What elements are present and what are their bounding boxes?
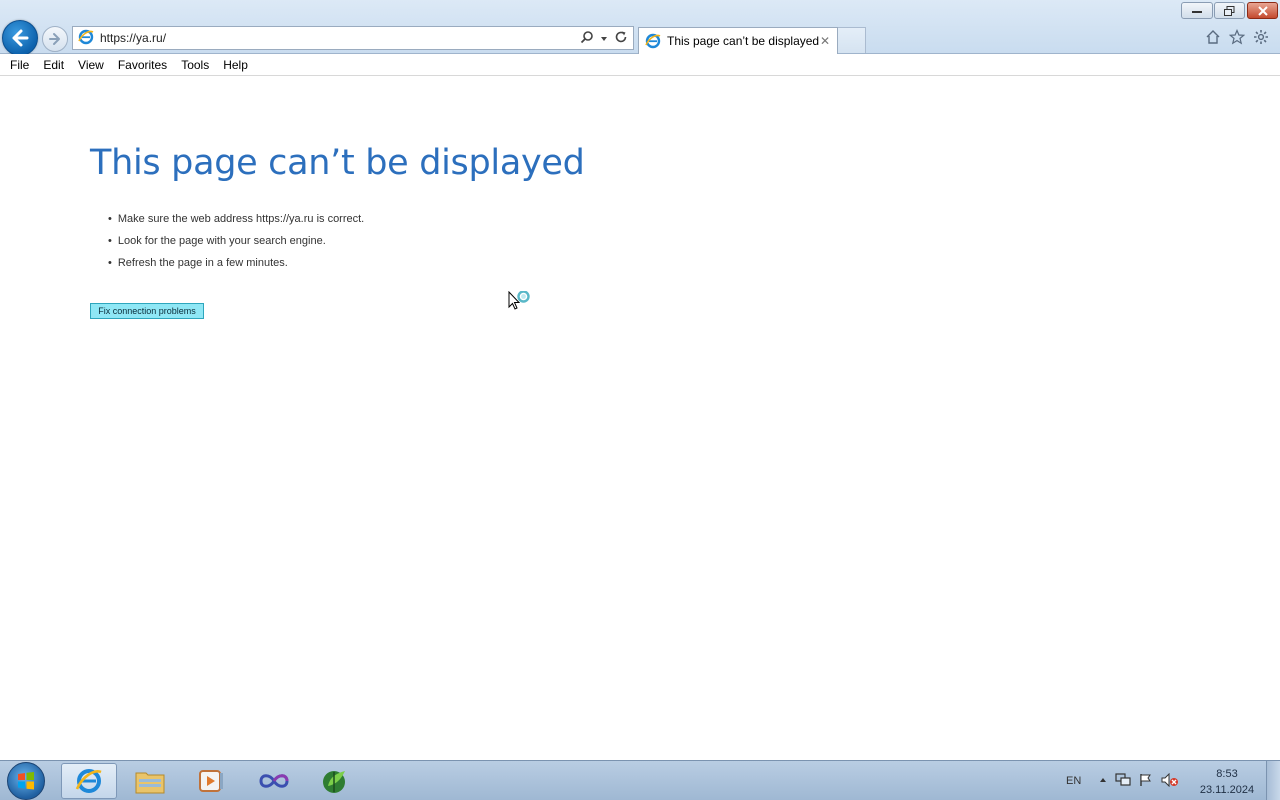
media-player-icon	[199, 770, 223, 792]
ie-logo-icon	[78, 29, 94, 48]
close-window-button[interactable]	[1247, 2, 1278, 19]
taskbar-green-app[interactable]	[307, 763, 363, 799]
tip-item: Make sure the web address https://ya.ru …	[108, 212, 364, 234]
clock-date: 23.11.2024	[1199, 784, 1255, 796]
show-desktop-button[interactable]	[1266, 761, 1280, 800]
page-content: This page can’t be displayed Make sure t…	[0, 77, 1280, 760]
taskbar: EN 8:53 23.11.2024	[0, 760, 1280, 800]
show-hidden-icons-icon[interactable]	[1099, 775, 1107, 787]
back-button[interactable]	[2, 20, 38, 56]
close-icon	[1257, 5, 1268, 16]
windows-logo-icon	[18, 772, 34, 790]
folder-icon	[135, 772, 165, 794]
new-tab-button[interactable]	[838, 27, 866, 53]
address-bar[interactable]: https://ya.ru/	[72, 26, 634, 50]
menu-edit[interactable]: Edit	[36, 58, 71, 72]
search-dropdown-icon[interactable]	[600, 31, 608, 46]
tab-close-icon[interactable]: ✕	[819, 34, 831, 48]
volume-muted-icon[interactable]	[1161, 772, 1179, 790]
restore-icon	[1224, 5, 1235, 16]
fix-connection-button[interactable]: Fix connection problems	[90, 303, 204, 319]
menu-favorites[interactable]: Favorites	[111, 58, 174, 72]
address-url[interactable]: https://ya.ru/	[100, 31, 580, 45]
action-center-flag-icon[interactable]	[1139, 773, 1153, 790]
home-icon[interactable]	[1204, 28, 1222, 46]
taskbar-media-player[interactable]	[183, 763, 239, 799]
taskbar-infinity-app[interactable]	[246, 763, 302, 799]
search-icon[interactable]	[580, 30, 594, 47]
clock-time: 8:53	[1216, 768, 1238, 780]
taskbar-internet-explorer[interactable]	[61, 763, 117, 799]
browser-toolbar: https://ya.ru/ This page can’t be displa…	[0, 0, 1280, 56]
restore-button[interactable]	[1214, 2, 1245, 19]
settings-gear-icon[interactable]	[1252, 28, 1270, 46]
taskbar-file-explorer[interactable]	[122, 763, 178, 799]
green-leaf-icon	[323, 771, 345, 793]
tip-item: Refresh the page in a few minutes.	[108, 256, 364, 278]
clock[interactable]: 8:53 23.11.2024	[1196, 766, 1258, 798]
language-indicator[interactable]: EN	[1066, 775, 1081, 787]
ie-logo-icon	[645, 33, 661, 49]
infinity-icon	[259, 774, 289, 788]
menu-bar: File Edit View Favorites Tools Help	[0, 54, 1280, 76]
menu-file[interactable]: File	[3, 58, 36, 72]
error-tips-list: Make sure the web address https://ya.ru …	[108, 212, 364, 278]
tip-item: Look for the page with your search engin…	[108, 234, 364, 256]
menu-help[interactable]: Help	[216, 58, 255, 72]
menu-tools[interactable]: Tools	[174, 58, 216, 72]
back-arrow-icon	[12, 29, 29, 47]
menu-view[interactable]: View	[71, 58, 111, 72]
error-title: This page can’t be displayed	[90, 143, 585, 183]
refresh-icon[interactable]	[614, 30, 628, 47]
forward-button[interactable]	[42, 26, 68, 52]
favorites-star-icon[interactable]	[1228, 28, 1246, 46]
forward-arrow-icon	[49, 33, 60, 45]
minimize-button[interactable]	[1181, 2, 1213, 19]
network-icon[interactable]	[1115, 772, 1131, 790]
tab-title: This page can’t be displayed	[667, 34, 820, 48]
busy-cursor-icon	[508, 290, 538, 319]
start-button[interactable]	[7, 762, 45, 800]
tab-active[interactable]: This page can’t be displayed ✕	[638, 27, 838, 54]
minimize-icon	[1192, 10, 1202, 13]
ie-logo-icon	[75, 769, 102, 793]
